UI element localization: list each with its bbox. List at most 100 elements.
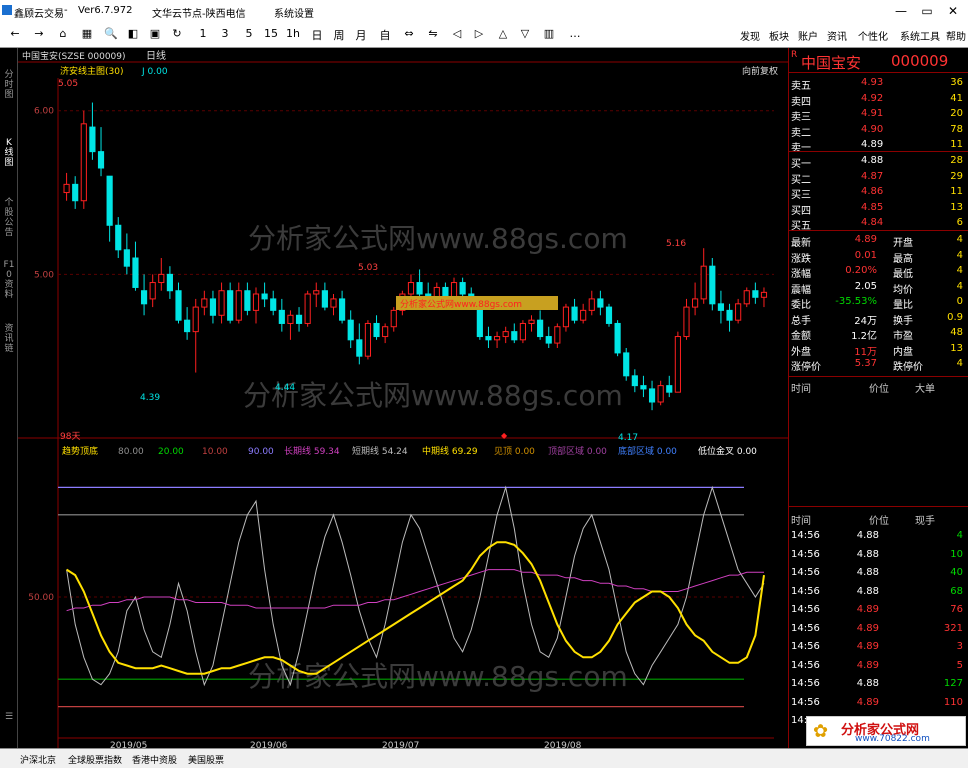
kline-chart-svg[interactable]: 中国宝安(SZSE 000009) 日线济安线主图(30) J 0.00 向前复权 6.… [18,48,788,751]
toolbar-button-4[interactable]: 🔍 [102,27,120,43]
stat-row[interactable]: 金额 1.2亿 市盈 48 [791,325,967,342]
top-menu-1[interactable]: 板块 [769,28,789,43]
watermark-mid: 分析家公式网www.88gs.com [243,379,623,412]
tick-row[interactable]: 14:56 4.88 40 [791,565,967,581]
tick-row[interactable]: 14:56 4.88 4 [791,528,967,544]
chart-area[interactable]: 中国宝安(SZSE 000009) 日线 济安线主图(30) J 0.00 向前复权 6.… [18,48,788,751]
ask-row[interactable]: 卖五 4.93 36 [791,75,967,92]
stat-label: 涨停价 [791,362,821,373]
toolbar-button-11[interactable]: 15 [262,27,280,43]
tick-row[interactable]: 14:56 4.89 3 [791,639,967,655]
bid-row[interactable]: 买四 4.85 13 [791,200,967,217]
tick-volume: 10 [950,548,963,560]
toolbar-button-7[interactable]: ↻ [168,27,186,43]
toolbar-button-1[interactable]: → [30,27,48,43]
top-menu-5[interactable]: 系统工具 [900,28,940,43]
bid-row[interactable]: 买一 4.88 28 [791,153,967,170]
toolbar-button-16[interactable]: 自 [376,27,394,43]
toolbar-button-12[interactable]: 1h [284,27,302,43]
toolbar-button-8[interactable]: 1 [194,27,212,43]
toolbar-button-14[interactable]: 周 [330,27,348,43]
toolbar-button-2[interactable]: ⌂ [54,27,72,43]
quote-separator [789,230,968,231]
system-settings-menu[interactable]: 系统设置 [274,5,314,20]
candle-body [278,309,285,324]
minimize-icon[interactable]: — [888,1,914,21]
maximize-icon[interactable]: ▭ [914,1,940,21]
stat-row[interactable]: 委比 -35.53% 量比 0 [791,294,967,311]
toolbar-button-24[interactable]: … [566,27,584,43]
tick-header[interactable]: 时间 价位 现手 [791,510,967,527]
status-tab-0[interactable]: 沪深北京 [20,753,56,766]
toolbar-button-23[interactable]: ▥ [540,27,558,43]
tick-row[interactable]: 14:56 4.88 68 [791,584,967,600]
toolbar-button-6[interactable]: ▣ [146,27,164,43]
rail-tab-1[interactable]: K线图 [2,138,16,168]
toolbar-button-20[interactable]: ▷ [470,27,488,43]
stat-row[interactable]: 涨停价 5.37 跌停价 4 [791,356,967,373]
tick-row[interactable]: 14:56 4.88 10 [791,547,967,563]
top-menu-6[interactable]: 帮助 [946,28,966,43]
toolbar-button-21[interactable]: △ [494,27,512,43]
server-node[interactable]: 文华云节点-陕西电信 [152,5,246,20]
top-menu-0[interactable]: 发现 [740,28,760,43]
stat-value-2: 4 [956,265,963,276]
ask-row[interactable]: 卖三 4.91 20 [791,106,967,123]
date-label-1: 2019/06 [250,741,288,748]
indicator-label-10: 底部区域 0.00 [618,445,677,457]
bid-row[interactable]: 买三 4.86 11 [791,184,967,201]
toolbar-button-22[interactable]: ▽ [516,27,534,43]
tick-row[interactable]: 14:56 4.88 127 [791,676,967,692]
toolbar-button-15[interactable]: 月 [352,27,370,43]
status-tab-1[interactable]: 全球股票指数 [68,753,122,766]
menu-icon[interactable]: ☰ [2,712,16,722]
toolbar-button-19[interactable]: ◁ [448,27,466,43]
tick-row[interactable]: 14:56 4.89 110 [791,695,967,711]
toolbar-button-10[interactable]: 5 [240,27,258,43]
diamond-marker: ◆ [501,431,508,440]
big-order-header[interactable]: 时间 价位 大单 [791,378,967,395]
tick-time: 14:56 [791,659,820,671]
status-tab-3[interactable]: 美国股票 [188,753,224,766]
tick-time: 14:56 [791,641,820,652]
app-logo-icon [2,5,12,15]
stat-row[interactable]: 最新 4.89 开盘 4 [791,232,967,249]
candle-body [631,375,638,387]
stat-row[interactable]: 涨幅 0.20% 最低 4 [791,263,967,280]
candle-body [287,314,294,324]
rail-tab-4[interactable]: 资讯链 [2,324,16,354]
j-value: J 0.00 [141,67,168,77]
toolbar-button-13[interactable]: 日 [308,27,326,43]
close-icon[interactable]: ✕ [940,1,966,21]
top-menu-2[interactable]: 账户 [798,28,818,43]
rail-tab-0[interactable]: 分时图 [2,70,16,100]
toolbar-button-0[interactable]: ← [6,27,24,43]
bid-row[interactable]: 买五 4.84 6 [791,215,967,232]
bid-row[interactable]: 买二 4.87 29 [791,169,967,186]
stat-row[interactable]: 总手 24万 换手 0.9 [791,310,967,327]
tick-row[interactable]: 14:56 4.89 76 [791,602,967,618]
stat-row[interactable]: 震幅 2.05 均价 4 [791,279,967,296]
tick-row[interactable]: 14:56 4.89 5 [791,658,967,674]
ask-row[interactable]: 卖四 4.92 41 [791,91,967,108]
rail-tab-2[interactable]: 个股公告 [2,198,16,238]
toolbar-button-17[interactable]: ⇔ [400,27,418,43]
status-tab-2[interactable]: 香港中资股 [132,753,177,766]
toolbar-button-3[interactable]: ▦ [78,27,96,43]
top-menu-3[interactable]: 资讯 [827,28,847,43]
ask-price: 4.93 [861,77,884,88]
stat-row[interactable]: 外盘 11万 内盘 13 [791,341,967,358]
tick-row[interactable]: 14:56 4.89 321 [791,621,967,637]
toolbar-button-18[interactable]: ⇋ [424,27,442,43]
rail-tab-3[interactable]: F10资料 [2,260,16,300]
candle-body [735,303,742,321]
toolbar-button-9[interactable]: 3 [216,27,234,43]
candle-body [149,282,156,300]
long-term-line [66,569,764,612]
toolbar-button-5[interactable]: ◧ [124,27,142,43]
ask-row[interactable]: 卖二 4.90 78 [791,122,967,139]
top-menu-4[interactable]: 个性化 [858,28,888,43]
ask-volume: 78 [950,123,963,135]
short-term-line [66,485,765,687]
stat-row[interactable]: 涨跌 0.01 最高 4 [791,248,967,265]
